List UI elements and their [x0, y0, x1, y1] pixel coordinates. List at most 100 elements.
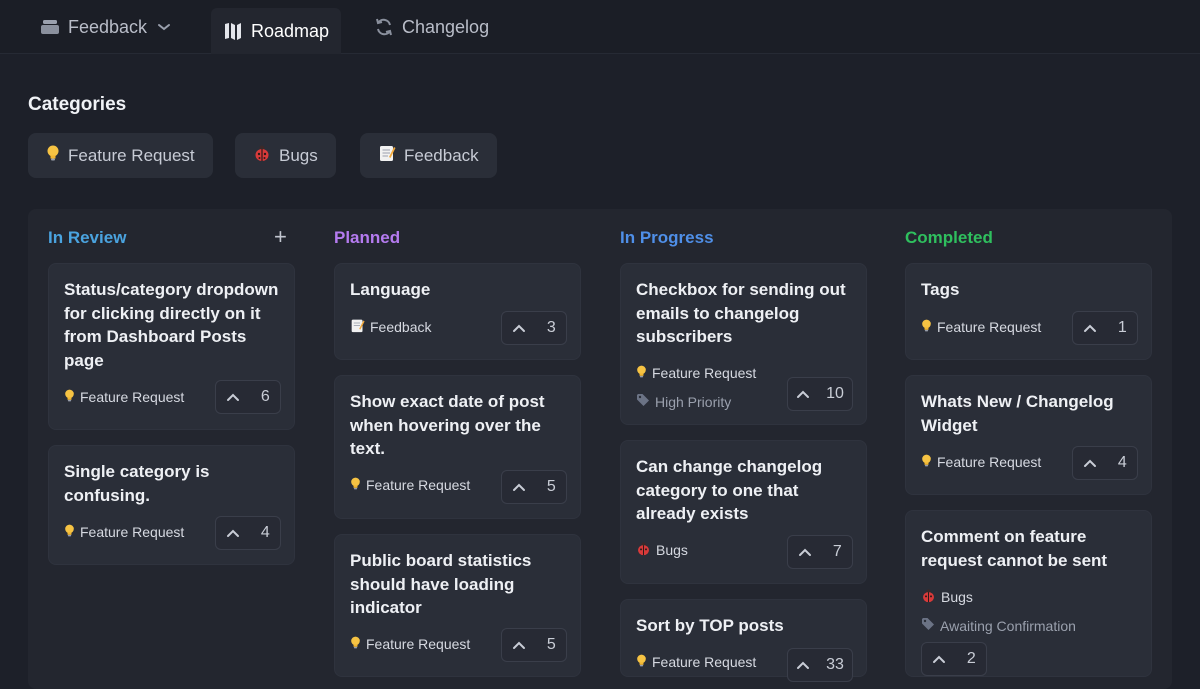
- chevron-up-icon: [226, 392, 240, 402]
- top-navigation: Feedback Roadmap Changelog: [0, 0, 1200, 54]
- chevron-up-icon: [932, 654, 946, 664]
- chevron-up-icon: [1083, 458, 1097, 468]
- lightbulb-icon: [921, 453, 932, 471]
- upvote-button[interactable]: 1: [1072, 311, 1138, 345]
- vote-count: 3: [546, 319, 556, 336]
- post-title: Can change changelog category to one tha…: [636, 457, 823, 523]
- post-title: Show exact date of post when hovering ov…: [350, 392, 545, 458]
- upvote-button[interactable]: 4: [215, 516, 281, 550]
- post-category-label: Feature Request: [652, 654, 757, 670]
- category-feature-request[interactable]: Feature Request: [28, 133, 213, 178]
- vote-count: 2: [966, 650, 976, 667]
- chevron-up-icon: [512, 323, 526, 333]
- ladybug-icon: [253, 144, 271, 167]
- post-category: Feature Request: [350, 476, 470, 494]
- nav-changelog[interactable]: Changelog: [362, 0, 501, 54]
- post-title: Comment on feature request cannot be sen…: [921, 527, 1108, 570]
- post-category: Bugs: [636, 541, 688, 559]
- memo-icon: [378, 144, 396, 167]
- post-category: Feedback: [350, 318, 431, 336]
- post-status: Awaiting Confirmation: [921, 617, 1076, 634]
- tag-icon: [636, 393, 650, 410]
- post-card[interactable]: Show exact date of post when hovering ov…: [334, 375, 581, 519]
- vote-count: 5: [546, 478, 556, 495]
- lightbulb-icon: [921, 318, 932, 336]
- chevron-up-icon: [226, 528, 240, 538]
- nav-roadmap[interactable]: Roadmap: [211, 8, 342, 54]
- post-category: Bugs: [921, 588, 973, 606]
- post-category-label: Feature Request: [937, 319, 1042, 335]
- chevron-up-icon: [798, 547, 812, 557]
- post-category-label: Bugs: [941, 589, 973, 605]
- post-category: Feature Request: [921, 453, 1041, 471]
- vote-count: 33: [826, 656, 844, 673]
- chevron-up-icon: [512, 640, 526, 650]
- vote-count: 4: [260, 524, 270, 541]
- lightbulb-icon: [350, 476, 361, 494]
- vote-count: 5: [546, 636, 556, 653]
- post-category: Feature Request: [64, 523, 184, 541]
- chevron-up-icon: [512, 482, 526, 492]
- refresh-icon: [374, 17, 394, 37]
- nav-feedback[interactable]: Feedback: [28, 0, 183, 54]
- column-title-in-progress: In Progress: [620, 228, 714, 247]
- vote-count: 1: [1117, 319, 1127, 336]
- post-category: Feature Request: [636, 653, 756, 671]
- chevron-down-icon[interactable]: [157, 22, 171, 32]
- post-status: High Priority: [636, 393, 731, 410]
- upvote-button[interactable]: 4: [1072, 446, 1138, 480]
- post-category-label: Feedback: [370, 319, 432, 335]
- post-category: Feature Request: [350, 635, 470, 653]
- lightbulb-icon: [350, 635, 361, 653]
- post-card[interactable]: Sort by TOP posts Feature Request 33: [620, 599, 867, 682]
- chevron-up-icon: [796, 389, 810, 399]
- post-card[interactable]: Public board statistics should have load…: [334, 534, 581, 677]
- post-category-label: Feature Request: [80, 524, 185, 540]
- vote-count: 7: [832, 543, 842, 560]
- post-title: Tags: [921, 280, 960, 299]
- post-category-label: Feature Request: [80, 389, 185, 405]
- post-category-label: Feature Request: [652, 365, 757, 381]
- upvote-button[interactable]: 6: [215, 380, 281, 414]
- column-title-completed: Completed: [905, 228, 993, 247]
- upvote-button[interactable]: 5: [501, 628, 567, 662]
- vote-count: 10: [826, 385, 844, 402]
- post-title: Checkbox for sending out emails to chang…: [636, 280, 846, 346]
- post-category-label: Feature Request: [937, 454, 1042, 470]
- ladybug-icon: [921, 588, 936, 606]
- categories-title: Categories: [28, 94, 127, 115]
- memo-icon: [350, 318, 365, 336]
- vote-count: 4: [1117, 454, 1127, 471]
- post-card[interactable]: Checkbox for sending out emails to chang…: [620, 263, 867, 425]
- post-card[interactable]: Status/category dropdown for clicking di…: [48, 263, 295, 430]
- lightbulb-icon: [64, 523, 75, 541]
- post-title: Sort by TOP posts: [636, 616, 784, 635]
- category-bugs[interactable]: Bugs: [235, 133, 336, 178]
- upvote-button[interactable]: 2: [921, 642, 987, 676]
- category-feedback[interactable]: Feedback: [360, 133, 497, 178]
- post-category: Feature Request: [64, 388, 184, 406]
- post-card[interactable]: Whats New / Changelog Widget Feature Req…: [905, 375, 1152, 495]
- lightbulb-icon: [636, 653, 647, 671]
- post-card[interactable]: Language Feedback 3: [334, 263, 581, 360]
- post-category: Feature Request: [636, 364, 756, 382]
- chevron-up-icon: [1083, 323, 1097, 333]
- upvote-button[interactable]: 10: [787, 377, 853, 411]
- ladybug-icon: [636, 541, 651, 559]
- category-label: Bugs: [279, 145, 318, 165]
- upvote-button[interactable]: 7: [787, 535, 853, 569]
- post-status-label: High Priority: [655, 393, 732, 410]
- category-label: Feedback: [404, 145, 479, 165]
- post-card[interactable]: Single category is confusing. Feature Re…: [48, 445, 295, 565]
- post-card[interactable]: Can change changelog category to one tha…: [620, 440, 867, 584]
- upvote-button[interactable]: 5: [501, 470, 567, 504]
- vote-count: 6: [260, 388, 270, 405]
- lightbulb-icon: [64, 388, 75, 406]
- tag-icon: [921, 617, 935, 634]
- post-status-label: Awaiting Confirmation: [940, 617, 1076, 634]
- post-card[interactable]: Tags Feature Request 1: [905, 263, 1152, 360]
- add-post-button[interactable]: +: [274, 226, 287, 248]
- post-card[interactable]: Comment on feature request cannot be sen…: [905, 510, 1152, 677]
- lightbulb-icon: [636, 364, 647, 382]
- upvote-button[interactable]: 3: [501, 311, 567, 345]
